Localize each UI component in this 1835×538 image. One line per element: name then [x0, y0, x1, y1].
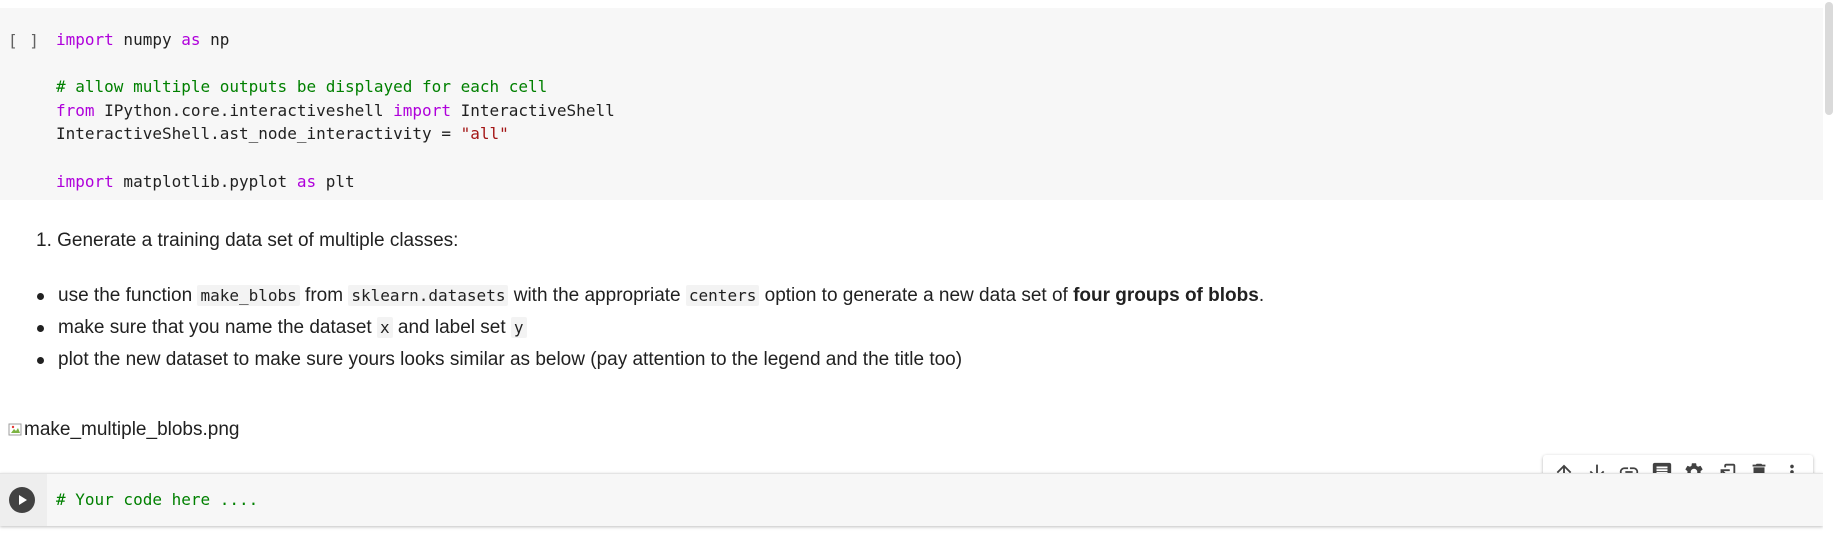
code-keyword: import [56, 30, 114, 49]
list-item: make sure that you name the dataset x an… [36, 312, 1286, 344]
code-line: InteractiveShell.ast_node_interactivity … [56, 122, 615, 146]
code-line: from IPython.core.interactiveshell impor… [56, 99, 615, 123]
inline-code: y [510, 317, 527, 338]
code-token: IPython.core.interactiveshell [94, 100, 394, 120]
run-cell-button[interactable] [9, 487, 35, 513]
code-keyword: from [56, 100, 95, 120]
code-token: matplotlib.pyplot [113, 171, 297, 191]
code-line: # allow multiple outputs be displayed fo… [56, 75, 615, 99]
broken-image-icon [8, 422, 24, 438]
inline-code: sklearn.datasets [348, 285, 509, 306]
code-token: InteractiveShell [450, 100, 615, 120]
code-string: "all" [460, 124, 509, 144]
code-line: import matplotlib.pyplot as plt [56, 170, 615, 194]
code-keyword: import [393, 100, 451, 120]
inline-code: make_blobs [197, 285, 300, 306]
inline-code: x [376, 317, 393, 338]
bullet-list: use the function make_blobs from sklearn… [36, 280, 1286, 376]
scrollbar-thumb[interactable] [1825, 2, 1833, 115]
play-icon [19, 495, 27, 505]
bold-text: four groups of blobs [1073, 285, 1259, 306]
bullet-dot [37, 325, 44, 332]
code-comment: # allow multiple outputs be displayed fo… [56, 77, 548, 97]
image-alt-text: make_multiple_blobs.png [24, 419, 240, 440]
code-token: np [200, 30, 230, 49]
bullet-dot [37, 293, 44, 300]
list-item: plot the new dataset to make sure yours … [36, 344, 1286, 376]
bullet-dot [37, 357, 44, 364]
cell-gutter [0, 474, 47, 526]
code-keyword: as [296, 171, 317, 191]
code-editor[interactable]: import numpy as np # allow multiple outpu… [56, 28, 615, 193]
code-token: InteractiveShell.ast_node_interactivity … [56, 124, 461, 144]
inline-code: centers [685, 285, 760, 306]
code-token: plt [316, 171, 355, 191]
code-line: import numpy as np [56, 28, 615, 52]
code-cell-empty[interactable]: # Your code here .... [0, 473, 1823, 526]
code-token: numpy [113, 30, 182, 49]
list-item: use the function make_blobs from sklearn… [36, 280, 1298, 312]
code-keyword: as [181, 30, 201, 49]
code-cell-imports[interactable]: [ ] import numpy as np # allow multiple o… [0, 8, 1823, 200]
scrollbar[interactable] [1823, 0, 1835, 538]
broken-image: make_multiple_blobs.png [8, 419, 239, 441]
execution-count: [ ] [8, 31, 40, 50]
code-editor[interactable]: # Your code here .... [56, 490, 258, 509]
ordered-list-item: 1. Generate a training data set of multi… [36, 230, 459, 251]
code-keyword: import [56, 171, 114, 191]
